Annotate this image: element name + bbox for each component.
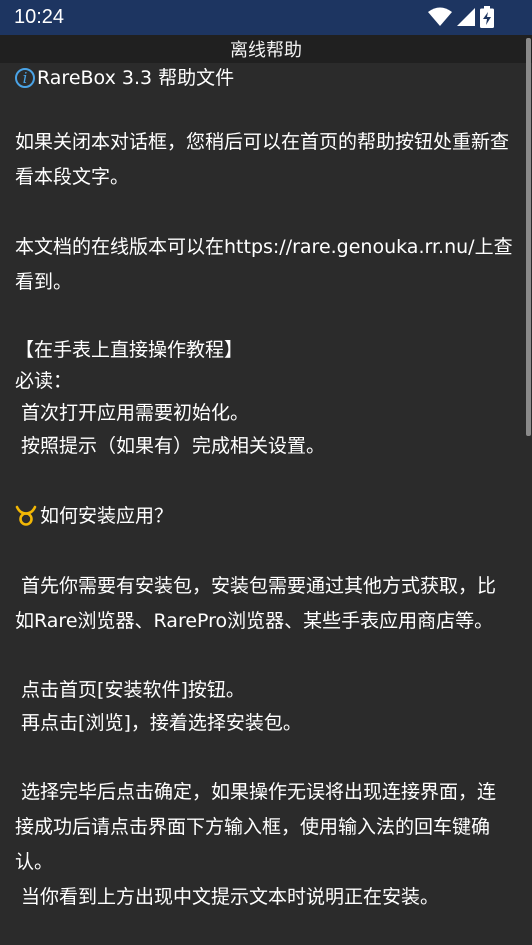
required-reading-item-2: 按照提示（如果有）完成相关设置。	[15, 435, 326, 457]
help-content[interactable]: i RareBox 3.3 帮助文件 如果关闭本对话框，您稍后可以在首页的帮助按…	[0, 63, 522, 945]
question-install-app: 如何安装应用？	[15, 498, 514, 534]
status-icons	[428, 6, 494, 28]
paragraph-online-version: 本文档的在线版本可以在https://rare.genouka.rr.nu/上查…	[15, 236, 513, 293]
info-icon: i	[15, 68, 35, 88]
step-install-button: 点击首页[安装软件]按钮。	[15, 679, 245, 701]
title-bar: 离线帮助	[0, 35, 532, 63]
section-title-watch-tutorial: 【在手表上直接操作教程】	[15, 339, 244, 361]
paragraph-installing: 当你看到上方出现中文提示文本时说明正在安装。	[15, 886, 440, 908]
wifi-icon	[428, 7, 452, 26]
help-header: i RareBox 3.3 帮助文件	[15, 63, 514, 93]
help-header-text: RareBox 3.3 帮助文件	[37, 67, 235, 89]
required-reading-item-1: 首次打开应用需要初始化。	[15, 402, 250, 424]
page-title: 离线帮助	[230, 40, 302, 61]
paragraph-reopen-hint: 如果关闭本对话框，您稍后可以在首页的帮助按钮处重新查看本段文字。	[15, 131, 510, 188]
taurus-icon	[15, 505, 37, 526]
status-clock: 10:24	[14, 6, 65, 28]
paragraph-confirm-connection: 选择完毕后点击确定，如果操作无误将出现连接界面，连接成功后请点击界面下方输入框，…	[15, 781, 497, 873]
battery-charging-icon	[480, 6, 494, 28]
scrollbar[interactable]	[526, 38, 531, 436]
question-install-app-text: 如何安装应用？	[40, 505, 174, 527]
required-reading-label: 必读：	[15, 370, 73, 392]
paragraph-get-package: 首先你需要有安装包，安装包需要通过其他方式获取，比如Rare浏览器、RarePr…	[15, 575, 497, 632]
step-browse-button: 再点击[浏览]，接着选择安装包。	[15, 712, 302, 734]
signal-icon	[457, 8, 475, 26]
status-bar: 10:24	[0, 0, 532, 35]
